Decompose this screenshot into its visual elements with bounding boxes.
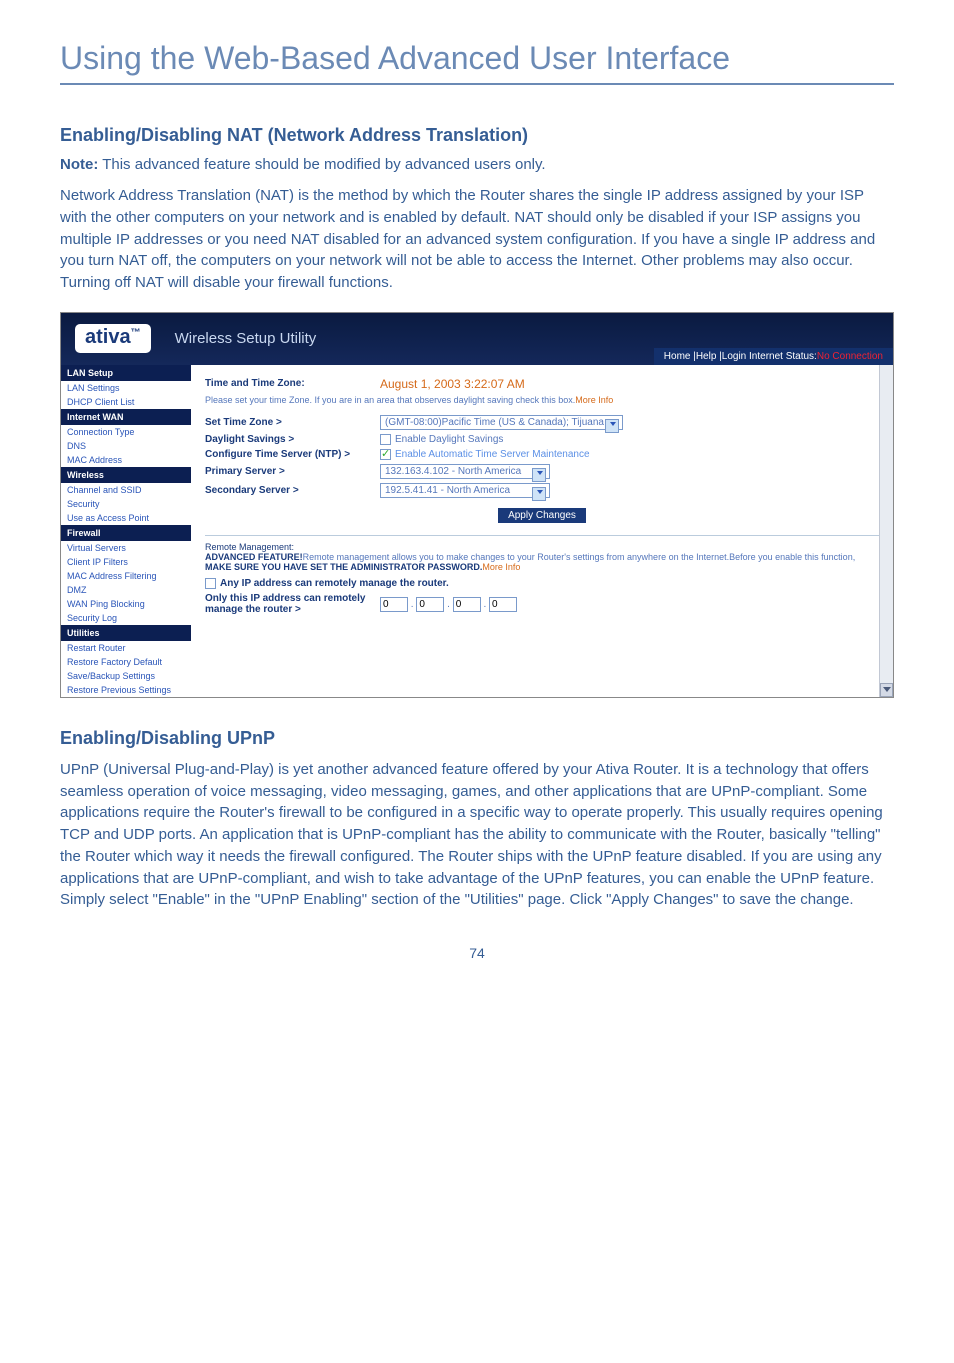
daylight-savings-label: Daylight Savings > (205, 434, 380, 445)
remote-management-desc: ADVANCED FEATURE!Remote management allow… (205, 552, 879, 572)
nav-item[interactable]: DNS (61, 439, 191, 453)
ip-octet-1[interactable] (380, 597, 408, 612)
primary-server-select[interactable]: 132.163.4.102 - North America (380, 464, 550, 479)
upnp-body: UPnP (Universal Plug-and-Play) is yet an… (60, 759, 894, 911)
note-text: This advanced feature should be modified… (98, 156, 545, 173)
ntp-checkbox[interactable] (380, 449, 391, 460)
nav-group-header: Wireless (61, 467, 191, 483)
more-info-link[interactable]: More Info (482, 562, 520, 572)
nav-item[interactable]: Client IP Filters (61, 555, 191, 569)
nav-item[interactable]: Security Log (61, 611, 191, 625)
chevron-down-icon (537, 471, 543, 475)
ntp-cb-label: Enable Automatic Time Server Maintenance (395, 449, 590, 460)
daylight-savings-checkbox[interactable] (380, 434, 391, 445)
section-nat-heading: Enabling/Disabling NAT (Network Address … (60, 125, 894, 146)
page-title: Using the Web-Based Advanced User Interf… (60, 40, 894, 85)
nav-item[interactable]: Restore Previous Settings (61, 683, 191, 697)
nav-item[interactable]: Security (61, 497, 191, 511)
nav-item[interactable]: MAC Address Filtering (61, 569, 191, 583)
remote-management-heading: Remote Management: (205, 542, 879, 552)
time-zone-label: Time and Time Zone: (205, 378, 380, 389)
more-info-link[interactable]: More Info (575, 395, 613, 405)
nav-item[interactable]: Connection Type (61, 425, 191, 439)
nav-group-header: Internet WAN (61, 409, 191, 425)
secondary-server-label: Secondary Server > (205, 485, 380, 496)
sidebar-nav: LAN SetupLAN SettingsDHCP Client ListInt… (61, 365, 191, 697)
current-time-value: August 1, 2003 3:22:07 AM (380, 377, 525, 391)
time-zone-select[interactable]: (GMT-08:00)Pacific Time (US & Canada); T… (380, 415, 623, 430)
router-ui-screenshot: ativa™ Wireless Setup Utility Home |Help… (60, 312, 894, 698)
nav-group-header: Utilities (61, 625, 191, 641)
chevron-down-icon (537, 490, 543, 494)
nav-item[interactable]: Use as Access Point (61, 511, 191, 525)
nav-item[interactable]: Restart Router (61, 641, 191, 655)
note-label: Note: (60, 156, 98, 173)
header-links[interactable]: Home |Help |Login Internet Status: (664, 351, 817, 362)
nav-item[interactable]: Channel and SSID (61, 483, 191, 497)
ip-octet-4[interactable] (489, 597, 517, 612)
primary-server-label: Primary Server > (205, 466, 380, 477)
daylight-savings-cb-label: Enable Daylight Savings (395, 434, 503, 445)
ip-octet-3[interactable] (453, 597, 481, 612)
note-line: Note: This advanced feature should be mo… (60, 156, 894, 173)
internet-status-value: No Connection (817, 351, 883, 362)
nat-body: Network Address Translation (NAT) is the… (60, 185, 894, 294)
nav-item[interactable]: DHCP Client List (61, 395, 191, 409)
time-zone-desc: Please set your time Zone. If you are in… (205, 395, 879, 405)
nav-item[interactable]: WAN Ping Blocking (61, 597, 191, 611)
set-time-zone-label: Set Time Zone > (205, 417, 380, 428)
any-ip-checkbox[interactable] (205, 578, 216, 589)
nav-item[interactable]: Restore Factory Default (61, 655, 191, 669)
nav-item[interactable]: MAC Address (61, 453, 191, 467)
app-header: ativa™ Wireless Setup Utility Home |Help… (61, 313, 893, 365)
nav-item[interactable]: Save/Backup Settings (61, 669, 191, 683)
any-ip-label: Any IP address can remotely manage the r… (220, 578, 449, 589)
page-number: 74 (60, 945, 894, 961)
ip-input-group: . . . (380, 597, 517, 612)
brand-logo: ativa™ (75, 324, 151, 353)
nav-group-header: LAN Setup (61, 365, 191, 381)
main-panel: Time and Time Zone: August 1, 2003 3:22:… (191, 365, 893, 697)
only-ip-label: Only this IP address can remotely manage… (205, 593, 380, 615)
ntp-label: Configure Time Server (NTP) > (205, 449, 380, 460)
apply-changes-button[interactable]: Apply Changes (498, 508, 586, 523)
nav-item[interactable]: DMZ (61, 583, 191, 597)
nav-item[interactable]: Virtual Servers (61, 541, 191, 555)
nav-group-header: Firewall (61, 525, 191, 541)
chevron-down-icon (610, 422, 616, 426)
nav-item[interactable]: LAN Settings (61, 381, 191, 395)
app-title: Wireless Setup Utility (175, 330, 317, 347)
section-upnp-heading: Enabling/Disabling UPnP (60, 728, 894, 749)
header-status-bar: Home |Help |Login Internet Status:No Con… (654, 348, 893, 365)
ip-octet-2[interactable] (416, 597, 444, 612)
secondary-server-select[interactable]: 192.5.41.41 - North America (380, 483, 550, 498)
divider (205, 535, 879, 536)
